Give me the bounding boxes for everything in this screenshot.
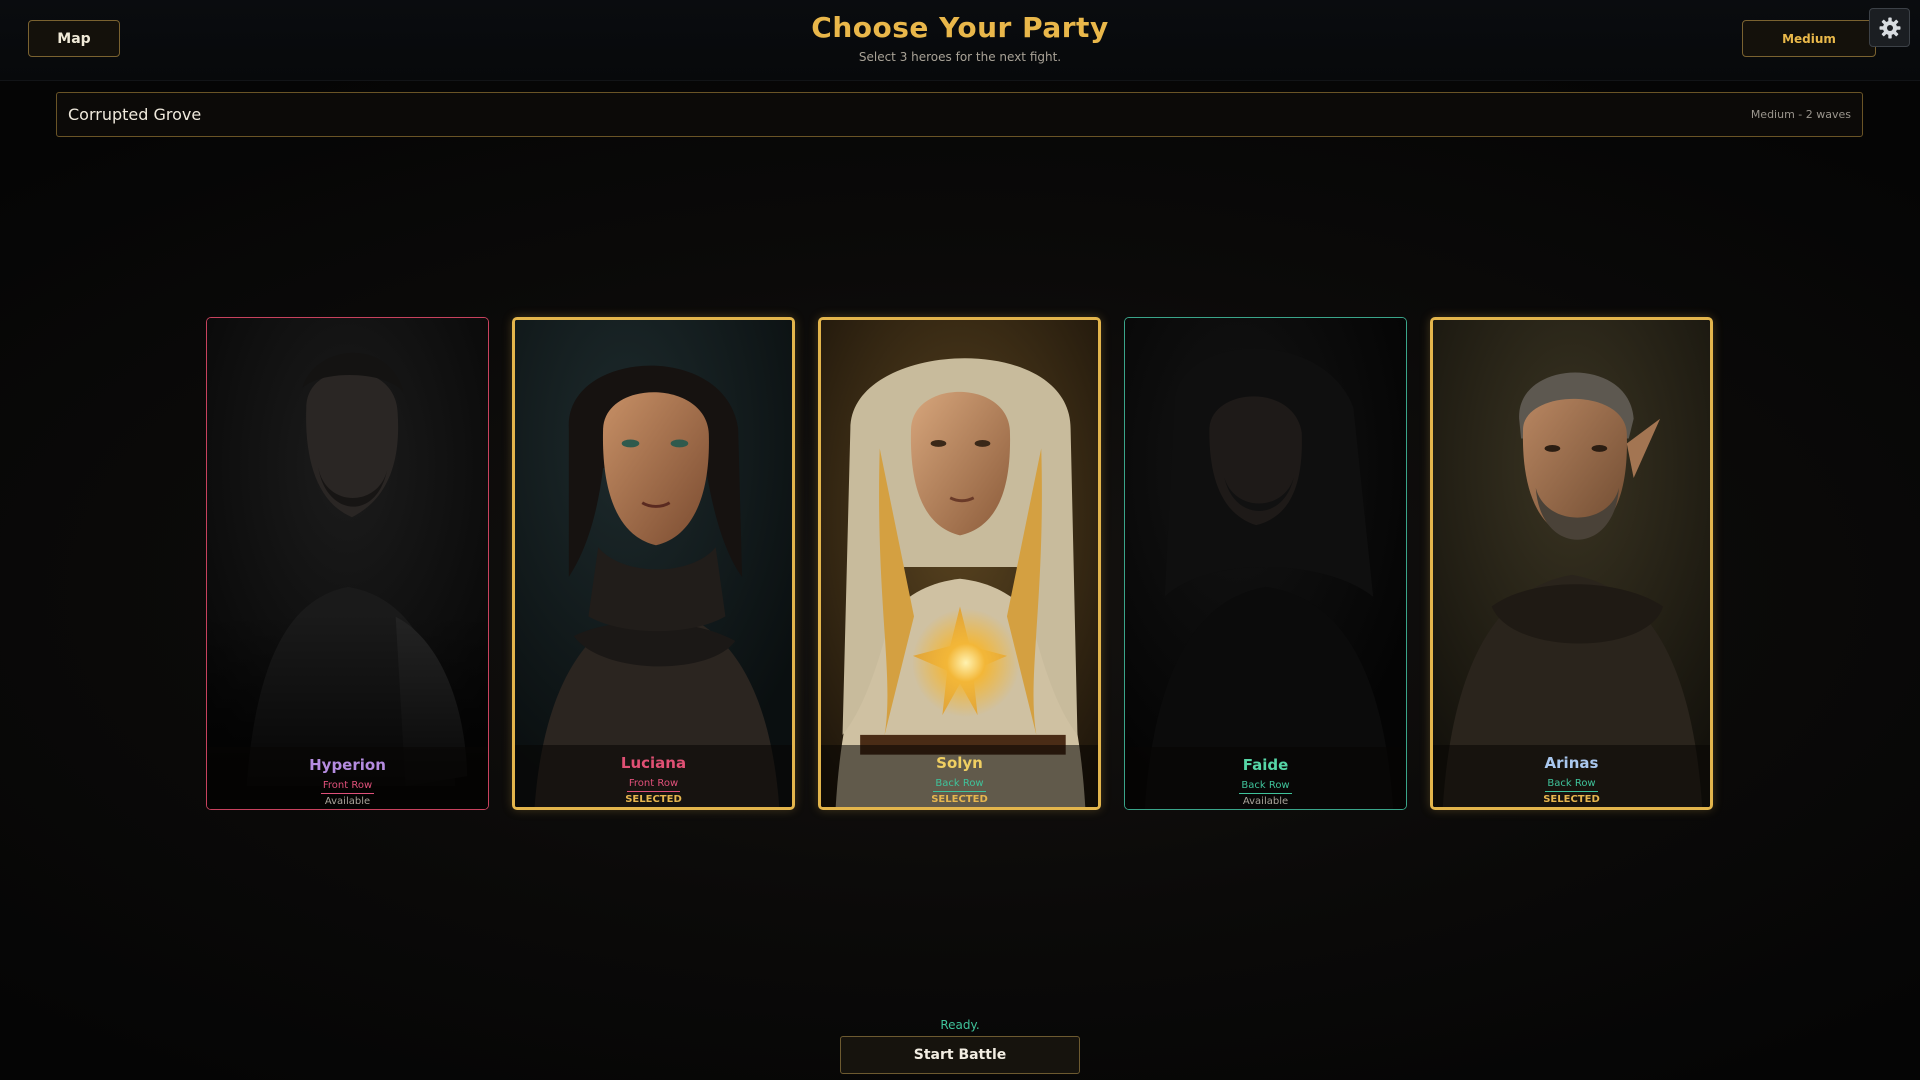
hero-row-position: Back Row: [933, 778, 986, 792]
gear-icon: [1879, 17, 1900, 38]
difficulty-button[interactable]: Medium: [1742, 20, 1876, 57]
hero-name: Faide: [1242, 756, 1289, 774]
hero-row-position: Back Row: [1239, 780, 1292, 794]
hero-card-solyn[interactable]: Solyn Back Row SELECTED: [818, 317, 1101, 810]
hero-selection-status: SELECTED: [1543, 794, 1600, 805]
hero-name: Luciana: [620, 754, 687, 772]
hero-portrait-arinas: [1433, 320, 1710, 807]
hero-row-position: Back Row: [1545, 778, 1598, 792]
hero-card-hyperion[interactable]: Hyperion Front Row Available: [206, 317, 489, 810]
hero-portrait-faide: [1125, 318, 1406, 809]
stage-banner: Corrupted Grove Medium - 2 waves: [56, 92, 1863, 137]
hero-info-panel: Faide Back Row Available: [1125, 747, 1406, 809]
hero-portrait-hyperion: [207, 318, 488, 809]
hero-selection-status: Available: [324, 796, 371, 807]
start-battle-button[interactable]: Start Battle: [840, 1036, 1080, 1074]
hero-row-position: Front Row: [626, 778, 681, 792]
hero-portrait-luciana: [515, 320, 792, 807]
hero-row-position: Front Row: [320, 780, 375, 794]
hero-card-arinas[interactable]: Arinas Back Row SELECTED: [1430, 317, 1713, 810]
page-title: Choose Your Party: [811, 11, 1109, 44]
hero-info-panel: Solyn Back Row SELECTED: [821, 745, 1098, 807]
hero-name: Arinas: [1544, 754, 1599, 772]
hero-info-panel: Luciana Front Row SELECTED: [515, 745, 792, 807]
hero-info-panel: Hyperion Front Row Available: [207, 747, 488, 809]
hero-info-panel: Arinas Back Row SELECTED: [1433, 745, 1710, 807]
hero-card-faide[interactable]: Faide Back Row Available: [1124, 317, 1407, 810]
ready-status: Ready.: [940, 1018, 980, 1032]
stage-name: Corrupted Grove: [68, 105, 202, 124]
party-select-screen: Map Choose Your Party Select 3 heroes fo…: [0, 0, 1920, 1080]
page-subtitle: Select 3 heroes for the next fight.: [858, 50, 1062, 64]
settings-button[interactable]: [1869, 8, 1910, 47]
hero-portrait-solyn: [821, 320, 1098, 807]
stage-difficulty-waves: Medium - 2 waves: [1750, 108, 1851, 121]
hero-selection-status: SELECTED: [931, 794, 988, 805]
hero-name: Hyperion: [309, 756, 386, 774]
hero-selection-status: Available: [1242, 796, 1289, 807]
hero-selection-status: SELECTED: [625, 794, 682, 805]
hero-card-luciana[interactable]: Luciana Front Row SELECTED: [512, 317, 795, 810]
hero-name: Solyn: [936, 754, 983, 772]
